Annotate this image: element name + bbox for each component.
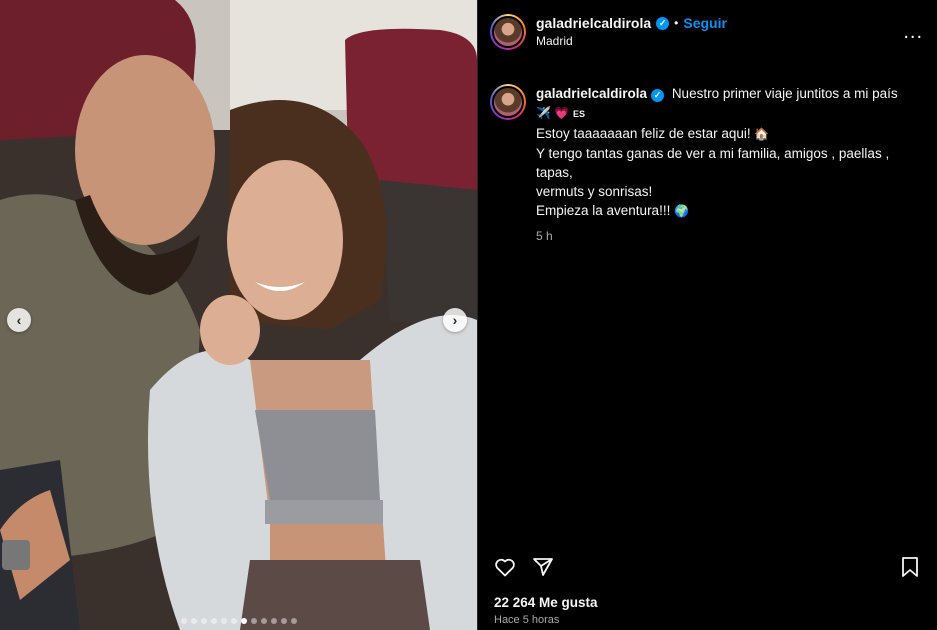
instagram-post: ‹ › galadrielcaldirola ✓ • Seguir Madrid… [0, 0, 937, 630]
house-emoji: 🏠 [754, 127, 770, 141]
post-header: galadrielcaldirola ✓ • Seguir Madrid ... [478, 0, 937, 64]
share-icon[interactable] [530, 554, 556, 580]
post-photo[interactable]: ‹ › [0, 0, 477, 630]
carousel-dot [230, 618, 237, 624]
chevron-left-icon: ‹ [16, 312, 22, 328]
caption: galadrielcaldirola ✓ Nuestro primer viaje… [478, 64, 937, 246]
caption-line-5: Empieza la aventura!!! [536, 203, 671, 218]
chevron-right-icon: › [452, 312, 458, 328]
avatar[interactable] [490, 13, 526, 50]
photo-illustration [0, 0, 477, 630]
carousel-dot [280, 618, 287, 624]
carousel-dot [250, 618, 257, 624]
carousel-dot [210, 618, 217, 624]
separator: • [674, 16, 679, 30]
carousel-dot [260, 618, 267, 624]
carousel-dot [220, 618, 227, 624]
username-link[interactable]: galadrielcaldirola [536, 15, 651, 31]
caption-line-2: Estoy taaaaaaan feliz de estar aqui! [536, 126, 751, 141]
post-timestamp[interactable]: Hace 5 horas [494, 614, 559, 626]
post-side-panel: galadrielcaldirola ✓ • Seguir Madrid ...… [477, 0, 937, 630]
caption-timestamp[interactable]: 5 h [536, 227, 923, 246]
action-bar [478, 552, 937, 582]
location-link[interactable]: Madrid [536, 34, 903, 48]
more-icon[interactable]: ... [903, 22, 923, 42]
heart-icon[interactable] [492, 554, 518, 580]
caption-avatar[interactable] [490, 84, 526, 120]
plane-heart-emoji: ✈️ 💗 [536, 106, 570, 120]
carousel-dot [200, 618, 207, 624]
carousel-dot [180, 618, 187, 624]
caption-username[interactable]: galadrielcaldirola [536, 86, 647, 101]
globe-emoji: 🌍 [674, 204, 690, 218]
verified-badge-icon: ✓ [656, 16, 670, 30]
carousel-dot [270, 618, 277, 624]
caption-line-4: vermuts y sonrisas! [536, 184, 653, 199]
carousel-dot [240, 618, 247, 624]
follow-button[interactable]: Seguir [683, 15, 727, 31]
likes-count[interactable]: 22 264 Me gusta [494, 595, 598, 610]
verified-badge-icon: ✓ [651, 89, 665, 102]
bookmark-icon[interactable] [897, 554, 923, 580]
caption-line-1: Nuestro primer viaje juntitos a mi país [671, 86, 898, 101]
carousel-indicator [0, 618, 477, 624]
carousel-next-button[interactable]: › [443, 308, 467, 332]
carousel-dot [290, 618, 297, 624]
carousel-dot [190, 618, 197, 624]
caption-line-3: Y tengo tantas ganas de ver a mi familia… [536, 146, 890, 180]
carousel-prev-button[interactable]: ‹ [7, 308, 31, 332]
language-tag: ES [572, 109, 585, 119]
